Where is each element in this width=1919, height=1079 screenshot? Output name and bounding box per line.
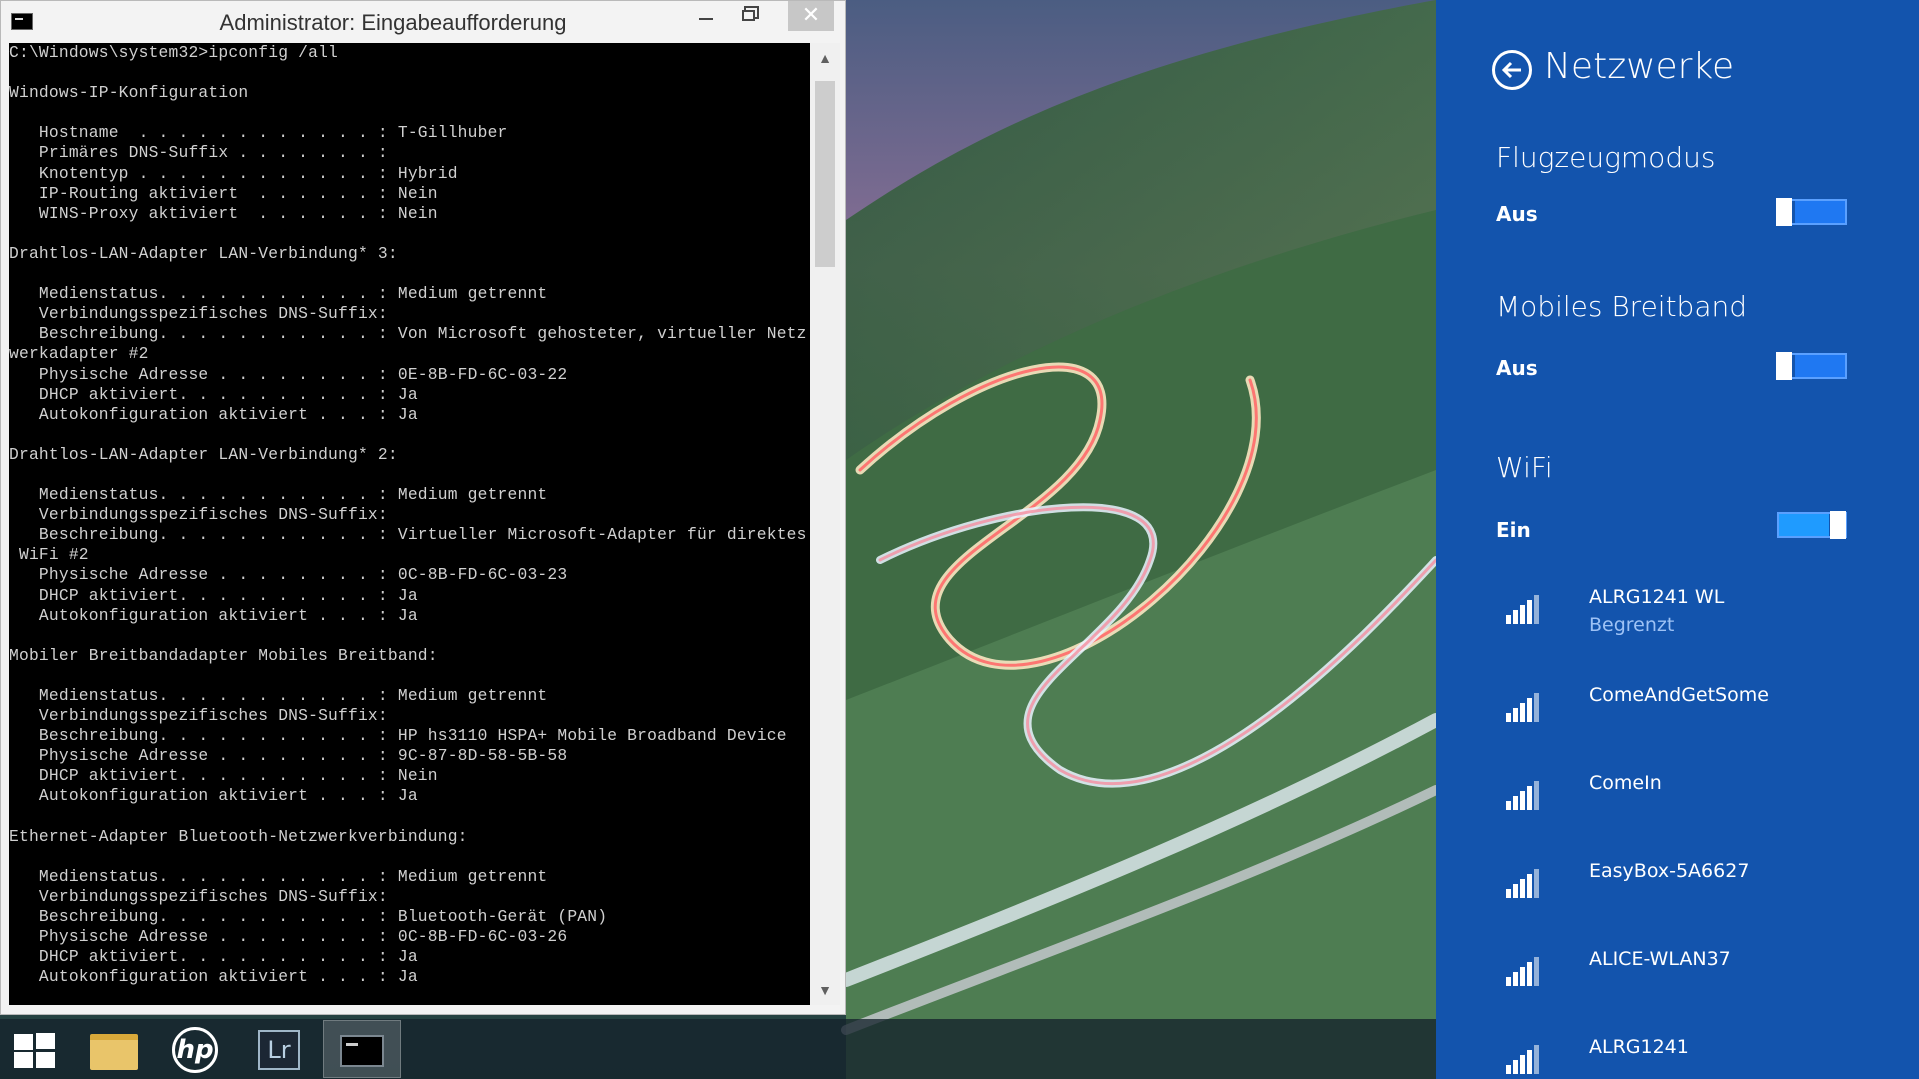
taskbar-lightroom[interactable]: Lr xyxy=(246,1020,324,1078)
mobile-broadband-toggle[interactable] xyxy=(1776,352,1847,380)
wifi-toggle[interactable] xyxy=(1777,511,1847,539)
restore-button[interactable] xyxy=(725,1,771,31)
restore-icon xyxy=(741,10,755,21)
minimize-icon xyxy=(699,18,713,20)
wifi-signal-icon xyxy=(1506,866,1546,898)
flight-mode-state: Aus xyxy=(1496,202,1538,226)
back-arrow-icon xyxy=(1501,61,1521,79)
toggle-knob xyxy=(1776,352,1792,380)
wifi-signal-icon xyxy=(1506,592,1546,624)
console-output-area[interactable]: C:\Windows\system32>ipconfig /all Window… xyxy=(9,43,810,1005)
windows-logo-icon xyxy=(14,1033,56,1069)
wifi-network-item[interactable]: ComeIn xyxy=(1496,772,1896,842)
scroll-up-icon[interactable]: ▲ xyxy=(810,43,840,73)
mobile-broadband-state: Aus xyxy=(1496,356,1538,380)
toggle-knob xyxy=(1830,511,1846,539)
wifi-signal-icon xyxy=(1506,778,1546,810)
close-icon: ✕ xyxy=(801,2,821,27)
back-button[interactable] xyxy=(1492,50,1532,90)
taskbar: hp Lr xyxy=(0,1019,1436,1079)
close-button[interactable]: ✕ xyxy=(788,1,834,31)
wifi-signal-icon xyxy=(1506,690,1546,722)
wifi-network-name: ALRG1241 WL xyxy=(1589,586,1725,608)
wifi-network-item[interactable]: EasyBox-5A6627 xyxy=(1496,860,1896,930)
window-titlebar[interactable]: Administrator: Eingabeaufforderung ✕ xyxy=(1,1,845,43)
wifi-network-status: Begrenzt xyxy=(1589,614,1675,636)
console-text: C:\Windows\system32>ipconfig /all Window… xyxy=(9,43,807,987)
command-prompt-icon xyxy=(340,1035,384,1067)
flight-mode-heading: Flugzeugmodus xyxy=(1496,141,1716,174)
wifi-network-item[interactable]: ALICE-WLAN37 xyxy=(1496,948,1896,1018)
wifi-network-item[interactable]: ALRG1241 xyxy=(1496,1036,1896,1079)
wifi-network-name: ComeAndGetSome xyxy=(1589,684,1769,706)
wifi-network-item[interactable]: ComeAndGetSome xyxy=(1496,684,1896,754)
wifi-heading: WiFi xyxy=(1496,451,1553,484)
hp-logo-icon: hp xyxy=(172,1027,218,1073)
mobile-broadband-heading: Mobiles Breitband xyxy=(1496,290,1748,323)
wifi-network-item[interactable]: ALRG1241 WL Begrenzt xyxy=(1496,586,1896,656)
wifi-network-name: EasyBox-5A6627 xyxy=(1589,860,1750,882)
folder-icon xyxy=(90,1034,138,1070)
toggle-knob xyxy=(1776,198,1792,226)
command-prompt-window[interactable]: Administrator: Eingabeaufforderung ✕ C:\… xyxy=(0,0,846,1015)
network-settings-panel: Netzwerke Flugzeugmodus Aus Mobiles Brei… xyxy=(1436,0,1919,1079)
taskbar-file-explorer[interactable] xyxy=(82,1020,160,1078)
wifi-signal-icon xyxy=(1506,1042,1546,1074)
taskbar-hp[interactable]: hp xyxy=(164,1020,242,1078)
lightroom-icon: Lr xyxy=(258,1030,300,1070)
scroll-down-icon[interactable]: ▼ xyxy=(810,975,840,1005)
taskbar-command-prompt[interactable] xyxy=(323,1020,401,1078)
wifi-state: Ein xyxy=(1496,518,1531,542)
wifi-network-name: ComeIn xyxy=(1589,772,1662,794)
minimize-button[interactable] xyxy=(683,1,729,31)
panel-title: Netzwerke xyxy=(1544,46,1735,87)
start-button[interactable] xyxy=(0,1020,78,1078)
scrollbar-thumb[interactable] xyxy=(815,81,835,267)
wifi-network-name: ALICE-WLAN37 xyxy=(1589,948,1731,970)
flight-mode-toggle[interactable] xyxy=(1776,198,1847,226)
wifi-network-name: ALRG1241 xyxy=(1589,1036,1689,1058)
vertical-scrollbar[interactable]: ▲ ▼ xyxy=(810,43,840,1005)
wifi-signal-icon xyxy=(1506,954,1546,986)
